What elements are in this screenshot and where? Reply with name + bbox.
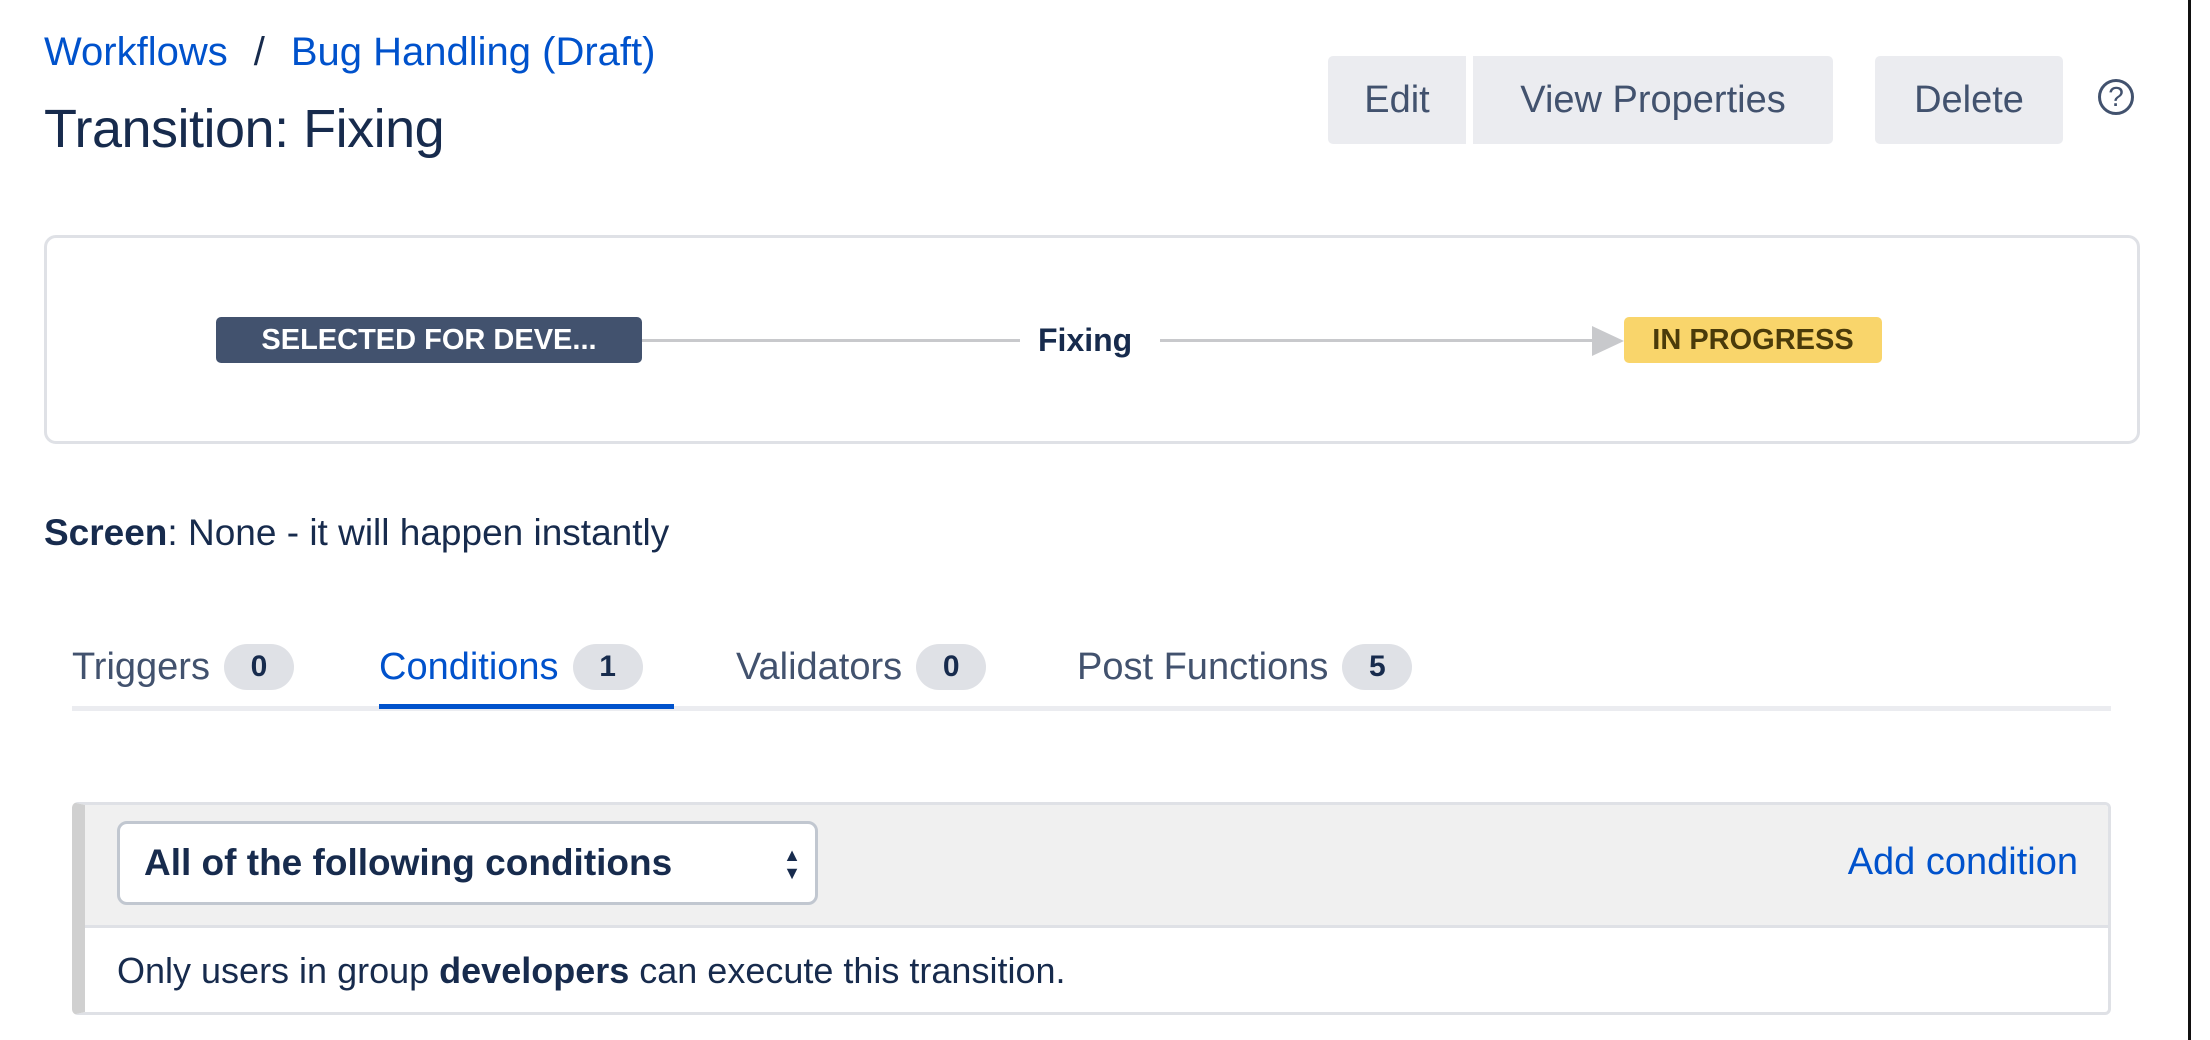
conditions-panel: All of the following conditions ▲ ▼ Add c…: [72, 802, 2111, 1015]
count-badge: 0: [916, 644, 987, 690]
tab-triggers[interactable]: Triggers 0: [72, 644, 294, 690]
tab-label: Validators: [736, 645, 903, 688]
transition-line: [642, 339, 1020, 342]
select-value: All of the following conditions: [144, 842, 673, 883]
edit-button[interactable]: Edit: [1328, 56, 1466, 144]
arrow-right-icon: [1592, 326, 1624, 356]
count-badge: 1: [572, 644, 643, 690]
breadcrumb: Workflows / Bug Handling (Draft): [44, 30, 655, 75]
breadcrumb-bug-handling-link[interactable]: Bug Handling (Draft): [291, 30, 656, 74]
transition-line: [1160, 339, 1600, 342]
condition-group: developers: [439, 950, 630, 991]
condition-mode-select[interactable]: All of the following conditions ▲ ▼: [117, 821, 818, 905]
breadcrumb-separator: /: [253, 30, 265, 74]
question-circle-icon[interactable]: ?: [2098, 79, 2134, 115]
condition-item: Only users in group developers can execu…: [117, 950, 1066, 992]
breadcrumb-workflows-link[interactable]: Workflows: [44, 30, 228, 74]
count-badge: 5: [1342, 644, 1413, 690]
delete-button[interactable]: Delete: [1875, 56, 2063, 144]
to-status-lozenge: IN PROGRESS: [1624, 317, 1882, 363]
condition-text: Only users in group: [117, 950, 440, 991]
tab-post-functions[interactable]: Post Functions 5: [1077, 644, 1413, 690]
count-badge: 0: [223, 644, 294, 690]
select-arrows-icon: ▲ ▼: [783, 845, 801, 883]
tab-validators[interactable]: Validators 0: [736, 644, 987, 690]
from-status-lozenge: SELECTED FOR DEVE...: [216, 317, 642, 363]
page-title: Transition: Fixing: [44, 99, 445, 159]
tab-conditions[interactable]: Conditions 1: [379, 644, 643, 690]
screen-label: Screen: [44, 512, 168, 553]
view-properties-button[interactable]: View Properties: [1473, 56, 1833, 144]
tab-label: Post Functions: [1077, 645, 1329, 688]
tabs-divider: [72, 706, 2111, 711]
screen-value: : None - it will happen instantly: [167, 512, 670, 553]
transition-name: Fixing: [1038, 322, 1133, 358]
window-edge: [2188, 0, 2191, 1040]
conditions-header: All of the following conditions ▲ ▼ Add c…: [85, 805, 2108, 928]
active-tab-indicator: [379, 704, 674, 709]
tab-label: Conditions: [379, 645, 559, 688]
screen-info: Screen: None - it will happen instantly: [44, 512, 669, 554]
add-condition-link[interactable]: Add condition: [1848, 841, 2078, 884]
condition-text: can execute this transition.: [629, 950, 1066, 991]
tab-label: Triggers: [72, 645, 210, 688]
